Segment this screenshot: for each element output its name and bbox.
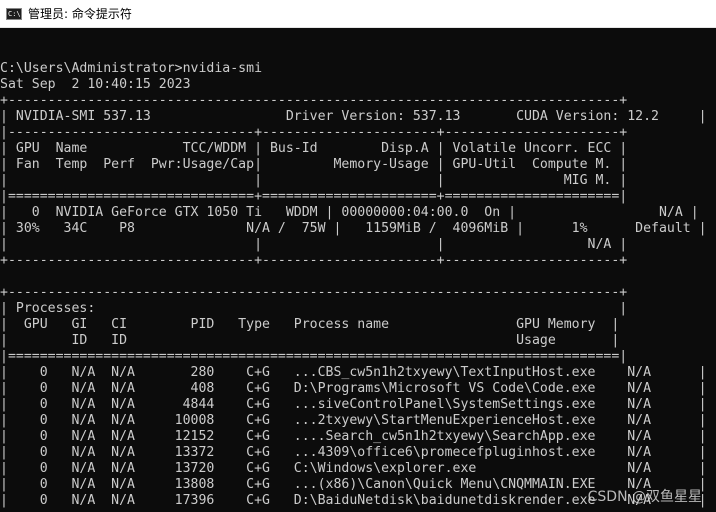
console-line: | 0 N/A N/A 12152 C+G ....Search_cw5n1h2…	[0, 429, 707, 444]
cmd-icon: C:\	[6, 7, 22, 20]
console-line: |=======================================…	[0, 349, 628, 364]
console-area[interactable]: C:\Users\Administrator>nvidia-smi Sat Se…	[0, 28, 716, 512]
console-line: | 30% 34C P8 N/A / 75W | 1159MiB / 4096M…	[0, 221, 707, 236]
console-line: | | | N/A |	[0, 237, 628, 252]
console-line: | GPU GI CI PID Type Process name GPU Me…	[0, 317, 620, 332]
console-line: +-------------------------------+-------…	[0, 253, 628, 268]
console-line: | 0 N/A N/A 408 C+G D:\Programs\Microsof…	[0, 381, 707, 396]
console-line: | NVIDIA-SMI 537.13 Driver Version: 537.…	[0, 109, 707, 124]
console-line: | 0 NVIDIA GeForce GTX 1050 Ti WDDM | 00…	[0, 205, 699, 220]
window-title: 管理员: 命令提示符	[28, 7, 132, 21]
console-line: |-------------------------------+-------…	[0, 125, 628, 140]
console-line: C:\Users\Administrator>nvidia-smi	[0, 61, 263, 76]
console-line: Sat Sep 2 10:40:15 2023	[0, 77, 191, 92]
console-line: | 0 N/A N/A 10008 C+G ...2txyewy\StartMe…	[0, 413, 707, 428]
console-line: | Fan Temp Perf Pwr:Usage/Cap| Memory-Us…	[0, 157, 628, 172]
watermark: CSDN @双鱼星星	[587, 489, 702, 505]
console-line: | GPU Name TCC/WDDM | Bus-Id Disp.A | Vo…	[0, 141, 628, 156]
console-line: | Processes: |	[0, 301, 628, 316]
console-line: +---------------------------------------…	[0, 93, 628, 108]
console-line: | ID ID Usage |	[0, 333, 620, 348]
console-line: |===============================+=======…	[0, 189, 628, 204]
console-output: C:\Users\Administrator>nvidia-smi Sat Se…	[0, 61, 707, 509]
console-line: | 0 N/A N/A 280 C+G ...CBS_cw5n1h2txyewy…	[0, 365, 707, 380]
console-line: | 0 N/A N/A 13720 C+G C:\Windows\explore…	[0, 461, 707, 476]
window-titlebar[interactable]: C:\ 管理员: 命令提示符	[0, 0, 716, 28]
console-line: | | | MIG M. |	[0, 173, 628, 188]
console-line: +---------------------------------------…	[0, 285, 628, 300]
console-line: | 0 N/A N/A 4844 C+G ...siveControlPanel…	[0, 397, 707, 412]
console-line: | 0 N/A N/A 13372 C+G ...4309\office6\pr…	[0, 445, 707, 460]
